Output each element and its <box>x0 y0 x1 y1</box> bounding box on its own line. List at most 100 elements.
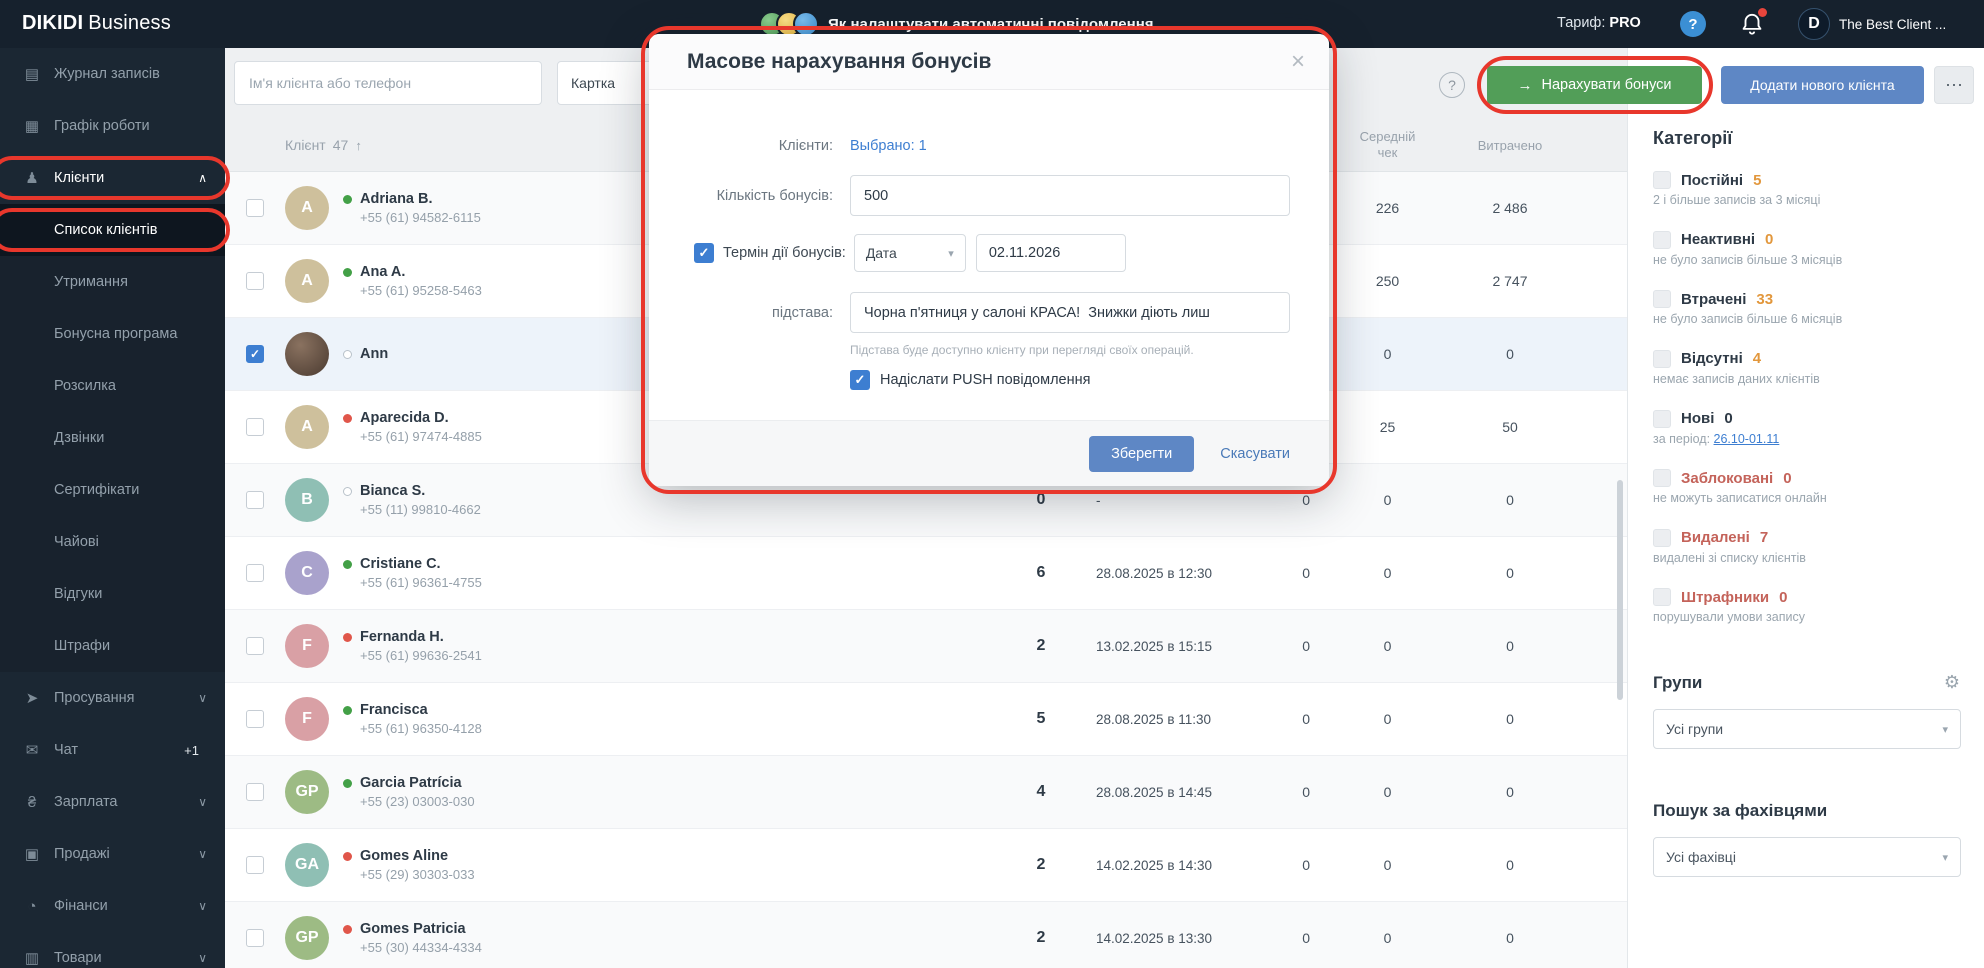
sidebar-item-goods[interactable]: ▥ Товари ∨ <box>0 932 225 968</box>
help-circle-icon[interactable]: ? <box>1439 72 1465 98</box>
avg-check-value: 250 <box>1310 273 1465 289</box>
sidebar-item-chat[interactable]: ✉ Чат +1 <box>0 724 225 776</box>
accrue-bonuses-button[interactable]: → Нарахувати бонуси <box>1487 66 1702 104</box>
sidebar-item-tips[interactable]: Чайові <box>0 516 225 568</box>
category-lost[interactable]: Втрачені 33 не було записів більше 6 міс… <box>1653 290 1984 328</box>
row-checkbox[interactable] <box>246 418 264 436</box>
category-checkbox[interactable] <box>1653 469 1671 487</box>
category-subtitle: не було записів більше 6 місяців <box>1653 312 1984 328</box>
row-checkbox[interactable] <box>246 491 264 509</box>
row-checkbox[interactable] <box>246 710 264 728</box>
last-visit-date: 28.08.2025 в 14:45 <box>1086 785 1244 800</box>
category-blocked[interactable]: Заблоковані 0 не можуть записатися онлай… <box>1653 469 1984 507</box>
row-checkbox[interactable] <box>246 564 264 582</box>
notifications-bell-icon[interactable] <box>1739 11 1765 37</box>
close-icon[interactable]: × <box>1291 50 1305 74</box>
sidebar-item-fines[interactable]: Штрафи <box>0 620 225 672</box>
sidebar-item-label: Зарплата <box>54 794 198 810</box>
selected-clients-link[interactable]: Выбрано: 1 <box>850 138 927 154</box>
client-row[interactable]: C Cristiane C. +55 (61) 96361-4755 6 28.… <box>225 537 1627 610</box>
category-deleted[interactable]: Видалені 7 видалені зі списку клієнтів <box>1653 529 1984 567</box>
category-checkbox[interactable] <box>1653 588 1671 606</box>
question-glyph: ? <box>1688 16 1697 33</box>
chevron-down-icon: ▾ <box>1942 851 1948 864</box>
category-checkbox[interactable] <box>1653 529 1671 547</box>
category-checkbox[interactable] <box>1653 290 1671 308</box>
row-checkbox[interactable] <box>246 637 264 655</box>
spent-column-header[interactable]: Витрачено <box>1465 138 1555 153</box>
category-subtitle-text: не можуть записатися онлайн <box>1653 491 1827 505</box>
bonus-value: 0 <box>1244 784 1310 800</box>
category-regular[interactable]: Постійні 5 2 і більше записів за 3 місяц… <box>1653 171 1984 209</box>
category-subtitle-text: 2 і більше записів за 3 місяці <box>1653 193 1820 207</box>
category-penalized[interactable]: Штрафники 0 порушували умови запису <box>1653 588 1984 626</box>
question-glyph: ? <box>1448 77 1456 93</box>
term-date-input[interactable] <box>976 234 1126 272</box>
accrue-bonuses-label: Нарахувати бонуси <box>1541 77 1671 93</box>
reason-input[interactable] <box>850 292 1290 333</box>
avg-check-column-header[interactable]: Середній чек <box>1350 129 1426 160</box>
client-count: 47 <box>333 137 349 153</box>
specialists-dropdown[interactable]: Усі фахівці ▾ <box>1653 837 1961 877</box>
avg-check-value: 0 <box>1310 711 1465 727</box>
category-new[interactable]: Нові 0 за період: 26.10-01.11 <box>1653 410 1984 448</box>
row-checkbox[interactable] <box>246 199 264 217</box>
more-actions-button[interactable]: ⋯ <box>1934 66 1974 104</box>
row-checkbox[interactable] <box>246 856 264 874</box>
term-type-dropdown[interactable]: Дата ▾ <box>854 234 966 272</box>
push-checkbox[interactable] <box>850 370 870 390</box>
sidebar-item-journal[interactable]: ▤ Журнал записів <box>0 48 225 100</box>
sidebar-item-schedule[interactable]: ▦ Графік роботи <box>0 100 225 152</box>
category-subtitle-text: немає записів даних клієнтів <box>1653 372 1820 386</box>
sidebar-item-finance[interactable]: ◔ Фінанси ∨ <box>0 880 225 932</box>
status-dot <box>343 414 352 423</box>
sidebar-item-mailing[interactable]: Розсилка <box>0 360 225 412</box>
sidebar-item-reviews[interactable]: Відгуки <box>0 568 225 620</box>
account-menu[interactable]: D The Best Client ... <box>1798 8 1946 40</box>
sidebar-item-icon: ▣ <box>22 845 42 863</box>
client-row[interactable]: GP Garcia Patrícia +55 (23) 03003-030 4 … <box>225 756 1627 829</box>
dikidi-logo[interactable]: DIKIDIBusiness <box>22 12 171 35</box>
checkbox-cell <box>225 710 285 728</box>
period-link[interactable]: 26.10-01.11 <box>1714 432 1780 446</box>
row-checkbox[interactable] <box>246 345 264 363</box>
checkbox-cell <box>225 345 285 363</box>
term-checkbox[interactable] <box>694 243 714 263</box>
category-checkbox[interactable] <box>1653 410 1671 428</box>
category-checkbox[interactable] <box>1653 350 1671 368</box>
gear-icon[interactable]: ⚙ <box>1944 672 1960 693</box>
sidebar-item-client-list[interactable]: Список клієнтів <box>0 204 225 256</box>
client-row[interactable]: GA Gomes Aline +55 (29) 30303-033 2 14.0… <box>225 829 1627 902</box>
save-button[interactable]: Зберегти <box>1089 436 1194 472</box>
row-checkbox[interactable] <box>246 783 264 801</box>
add-client-button[interactable]: Додати нового клієнта <box>1721 66 1924 104</box>
tariff-badge[interactable]: Тариф:PRO <box>1557 15 1641 31</box>
sidebar-item-sales[interactable]: ▣ Продажі ∨ <box>0 828 225 880</box>
row-checkbox[interactable] <box>246 929 264 947</box>
row-checkbox[interactable] <box>246 272 264 290</box>
help-icon[interactable]: ? <box>1680 11 1706 37</box>
cancel-button[interactable]: Скасувати <box>1220 446 1290 462</box>
category-absent[interactable]: Відсутні 4 немає записів даних клієнтів <box>1653 350 1984 388</box>
client-row[interactable]: F Francisca +55 (61) 96350-4128 5 28.08.… <box>225 683 1627 756</box>
modal-header: Масове нарахування бонусів × <box>649 34 1329 90</box>
table-scrollbar[interactable] <box>1617 480 1623 700</box>
sidebar-item-clients[interactable]: ♟ Клієнти ∧ <box>0 152 225 204</box>
sidebar-item-label: Розсилка <box>54 378 207 394</box>
category-inactive[interactable]: Неактивні 0 не було записів більше 3 міс… <box>1653 231 1984 269</box>
client-row[interactable]: GP Gomes Patricia +55 (30) 44334-4334 2 … <box>225 902 1627 968</box>
sidebar-item-retention[interactable]: Утримання <box>0 256 225 308</box>
bonus-amount-input[interactable] <box>850 175 1290 216</box>
client-row[interactable]: F Fernanda H. +55 (61) 99636-2541 2 13.0… <box>225 610 1627 683</box>
sidebar-item-bonus-program[interactable]: Бонусна програма <box>0 308 225 360</box>
sidebar-item-calls[interactable]: Дзвінки <box>0 412 225 464</box>
category-label: Постійні <box>1681 172 1743 189</box>
search-input[interactable] <box>234 61 542 105</box>
category-checkbox[interactable] <box>1653 171 1671 189</box>
chevron-icon: ∧ <box>198 171 207 185</box>
sidebar-item-salary[interactable]: ₴ Зарплата ∨ <box>0 776 225 828</box>
category-checkbox[interactable] <box>1653 231 1671 249</box>
sidebar-item-certificates[interactable]: Сертифікати <box>0 464 225 516</box>
sidebar-item-promotion[interactable]: ➤ Просування ∨ <box>0 672 225 724</box>
groups-dropdown[interactable]: Усі групи ▾ <box>1653 709 1961 749</box>
